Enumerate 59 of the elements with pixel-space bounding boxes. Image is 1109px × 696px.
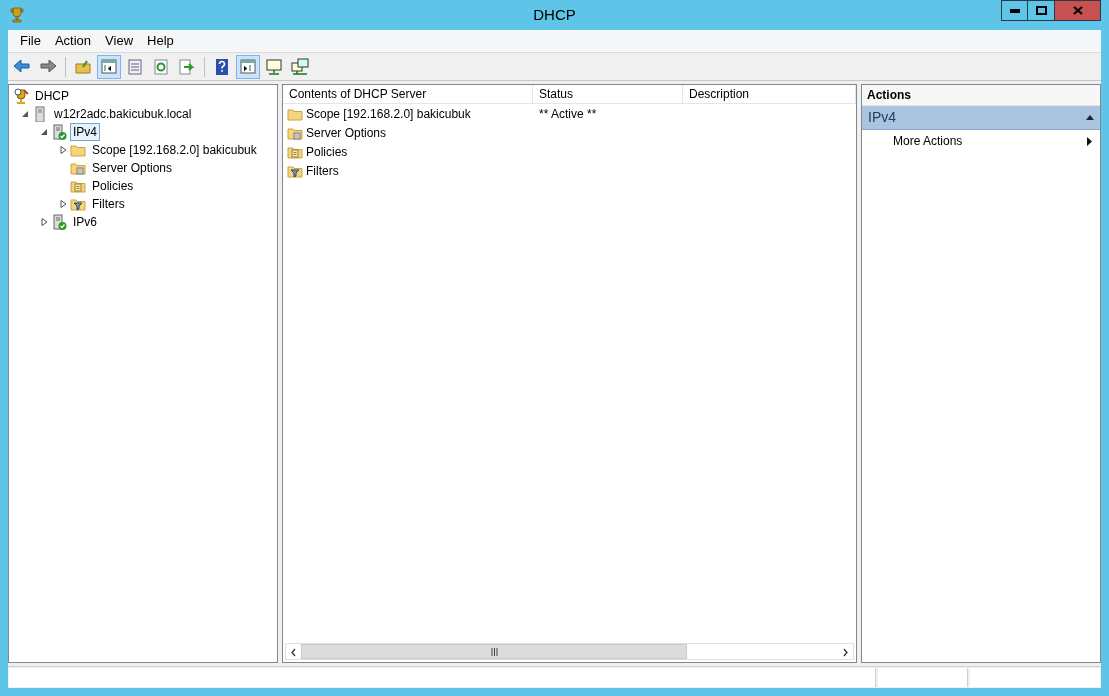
menu-item[interactable]: View <box>99 31 140 51</box>
toolbar-button[interactable] <box>236 54 260 79</box>
folder-grid-icon <box>70 160 86 176</box>
list-item[interactable]: Server Options <box>306 123 387 142</box>
scrollbar-thumb[interactable] <box>301 644 687 659</box>
section-header[interactable]: IPv4 <box>862 106 1100 130</box>
tree-item[interactable]: DHCP <box>32 87 72 105</box>
collapse-icon[interactable] <box>1086 115 1094 120</box>
window-title: DHCP <box>533 5 576 23</box>
collapse-icon[interactable] <box>41 128 48 136</box>
action-item[interactable]: More Actions <box>862 130 1100 152</box>
server-check-icon <box>51 214 67 230</box>
window-pane-icon <box>239 57 257 76</box>
folder-funnel-icon <box>70 196 86 212</box>
expand-icon[interactable] <box>41 218 48 226</box>
menu-item[interactable]: Action <box>48 31 98 51</box>
toolbar-button[interactable] <box>97 54 121 79</box>
column-header[interactable]: Status <box>533 85 683 103</box>
list-item[interactable]: Scope [192.168.2.0] bakicubuk <box>306 104 471 123</box>
minimize-button[interactable] <box>1001 0 1028 21</box>
tree-item[interactable]: Server Options <box>89 159 176 177</box>
tree-item[interactable]: IPv4 <box>70 123 100 141</box>
maximize-icon <box>1035 6 1047 15</box>
menu-item[interactable]: File <box>14 31 47 51</box>
close-icon <box>1072 6 1083 15</box>
expand-icon[interactable] <box>60 200 67 208</box>
forward-arrow-icon <box>39 57 57 76</box>
column-header[interactable]: Contents of DHCP Server <box>283 85 533 103</box>
list-item[interactable]: Policies <box>306 142 348 161</box>
window-pane-icon <box>100 57 118 76</box>
status-text: ** Active ** <box>539 106 597 121</box>
export-icon <box>178 57 196 76</box>
tree-item[interactable]: IPv6 <box>70 213 100 231</box>
monitors-icon <box>291 57 309 76</box>
grip-icon <box>490 647 498 656</box>
tree-item[interactable]: Scope [192.168.2.0] bakicubuk <box>89 141 260 159</box>
minimize-icon <box>1009 8 1020 13</box>
tree-item[interactable]: Filters <box>89 195 128 213</box>
close-button[interactable] <box>1055 0 1101 21</box>
folder-document-icon <box>70 178 86 194</box>
horizontal-scrollbar[interactable] <box>285 643 854 660</box>
document-icon <box>126 57 144 76</box>
submenu-arrow-icon <box>1087 136 1092 146</box>
refresh-icon <box>152 57 170 76</box>
menu-item[interactable]: Help <box>141 31 180 51</box>
tree-item[interactable]: w12r2adc.bakicubuk.local <box>51 105 195 123</box>
collapse-icon[interactable] <box>22 110 29 118</box>
trophy-icon <box>10 7 24 23</box>
server-check-icon <box>51 124 67 140</box>
tree-item[interactable]: Policies <box>89 177 137 195</box>
actions-header: Actions <box>862 85 1100 106</box>
trophy-icon <box>13 88 29 104</box>
server-icon <box>32 106 48 122</box>
column-header[interactable]: Description <box>683 85 856 103</box>
monitor-icon <box>265 57 283 76</box>
back-arrow-icon <box>13 57 31 76</box>
list-item[interactable]: Filters <box>306 161 339 180</box>
expand-icon[interactable] <box>60 146 67 154</box>
help-icon <box>213 57 231 76</box>
